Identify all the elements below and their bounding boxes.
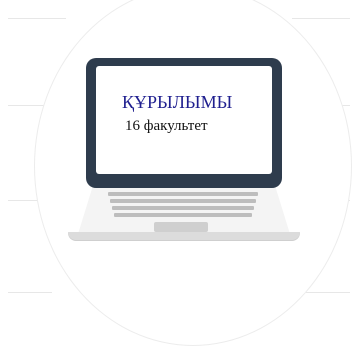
page: ҚҰРЫЛЫМЫ 16 факультет: [0, 0, 358, 346]
laptop-base: [68, 232, 300, 240]
laptop-keyboard: [78, 186, 290, 234]
divider-line: [8, 292, 52, 293]
divider-line: [8, 18, 66, 19]
laptop-icon[interactable]: ҚҰРЫЛЫМЫ 16 факультет: [68, 58, 300, 248]
laptop-screen-frame: ҚҰРЫЛЫМЫ 16 факультет: [86, 58, 282, 188]
card-subtitle: 16 факультет: [125, 118, 208, 134]
laptop-display: ҚҰРЫЛЫМЫ 16 факультет: [96, 66, 272, 174]
divider-line: [292, 18, 350, 19]
card-title: ҚҰРЫЛЫМЫ: [122, 92, 233, 112]
key-row: [108, 192, 258, 196]
key-row: [112, 206, 254, 210]
divider-line: [8, 105, 44, 106]
divider-line: [306, 292, 350, 293]
key-row: [114, 213, 252, 217]
trackpad: [154, 222, 208, 232]
key-row: [110, 199, 256, 203]
keyboard-keys: [106, 190, 262, 226]
